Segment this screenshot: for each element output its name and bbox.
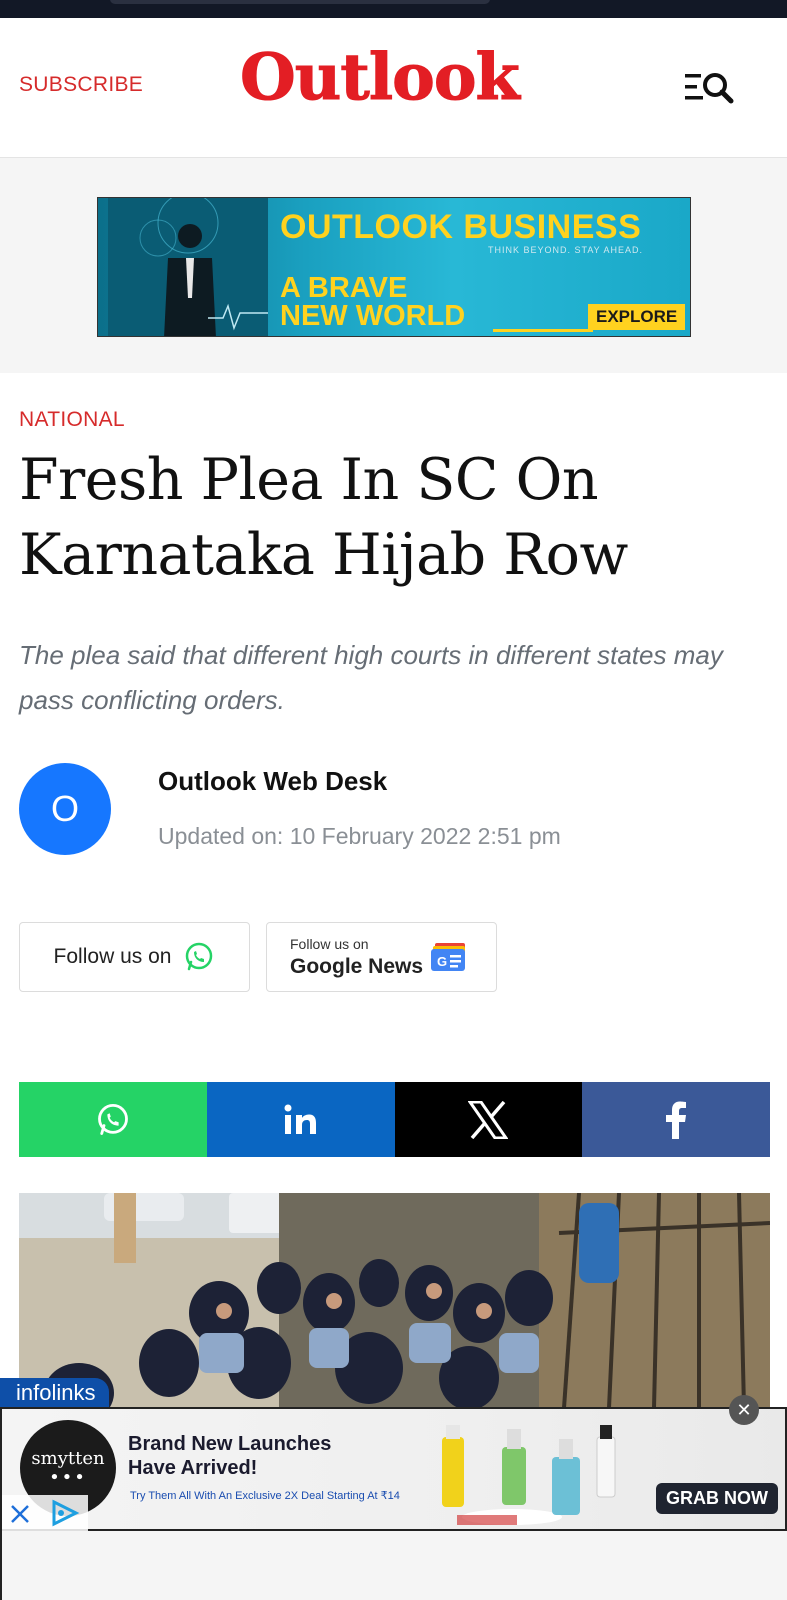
- bottom-ad-headline-2: Have Arrived!: [128, 1457, 258, 1479]
- ad-underline: [493, 329, 593, 332]
- subscribe-link[interactable]: SUBSCRIBE: [19, 73, 143, 97]
- ad-line-2: NEW WORLD: [280, 300, 466, 332]
- product-bottles-icon: [442, 1425, 616, 1525]
- svg-text:G: G: [437, 954, 447, 969]
- follow-whatsapp-label: Follow us on: [53, 945, 172, 968]
- follow-google-news-button[interactable]: Follow us on Google News G: [266, 922, 497, 992]
- menu-search-icon[interactable]: [683, 66, 743, 110]
- whatsapp-icon: [186, 942, 213, 971]
- close-icon[interactable]: [10, 1504, 30, 1524]
- author-name[interactable]: Outlook Web Desk: [158, 766, 387, 797]
- close-ad-icon[interactable]: ✕: [729, 1395, 759, 1425]
- dots-icon: •••: [49, 1467, 87, 1488]
- students-protest-photo: [19, 1193, 770, 1408]
- follow-google-big-label: Google News: [290, 955, 424, 978]
- share-linkedin-button[interactable]: [206, 1082, 395, 1157]
- article-summary: The plea said that different high courts…: [19, 640, 723, 715]
- businessman-graphic-icon: [108, 198, 268, 336]
- google-news-icon: G: [431, 943, 465, 971]
- article-hero-photo: [19, 1193, 770, 1408]
- site-header: SUBSCRIBE Outlook: [0, 18, 787, 158]
- status-bar: [0, 0, 787, 18]
- explore-button[interactable]: EXPLORE: [588, 304, 686, 330]
- adchoices-bar: [2, 1495, 88, 1531]
- article-category[interactable]: NATIONAL: [19, 408, 125, 432]
- bottom-ad-headline-1: Brand New Launches: [128, 1433, 332, 1455]
- infolinks-badge[interactable]: infolinks: [0, 1378, 110, 1408]
- ad-title: OUTLOOK BUSINESS: [280, 208, 642, 246]
- bottom-blank-area: [0, 1531, 787, 1600]
- author-avatar[interactable]: O: [19, 763, 111, 855]
- grab-now-button[interactable]: GRAB NOW: [656, 1483, 778, 1514]
- x-icon: [468, 1100, 509, 1139]
- share-bar: [19, 1082, 770, 1157]
- share-x-button[interactable]: [394, 1082, 583, 1157]
- smytten-brand: smytten: [31, 1448, 105, 1469]
- bottom-ad-banner[interactable]: smytten ••• Brand New Launches Have Arri…: [0, 1407, 787, 1531]
- outlook-logo[interactable]: Outlook: [240, 45, 521, 110]
- share-whatsapp-button[interactable]: [19, 1082, 207, 1157]
- address-pill: [110, 0, 490, 4]
- linkedin-icon: [284, 1104, 316, 1134]
- whatsapp-icon: [97, 1103, 128, 1135]
- ad-tagline: THINK BEYOND. STAY AHEAD.: [488, 245, 644, 255]
- follow-google-small-label: Follow us on: [290, 936, 369, 952]
- updated-timestamp: Updated on: 10 February 2022 2:51 pm: [158, 823, 561, 849]
- outlook-business-ad[interactable]: OUTLOOK BUSINESS THINK BEYOND. STAY AHEA…: [97, 197, 691, 337]
- follow-whatsapp-button[interactable]: Follow us on: [19, 922, 250, 992]
- adchoices-icon[interactable]: [48, 1499, 82, 1527]
- share-facebook-button[interactable]: [582, 1082, 770, 1157]
- article-headline: Fresh Plea In SC On Karnataka Hijab Row: [19, 447, 628, 588]
- facebook-icon: [666, 1101, 687, 1139]
- bottom-ad-subtext: Try Them All With An Exclusive 2X Deal S…: [130, 1490, 400, 1502]
